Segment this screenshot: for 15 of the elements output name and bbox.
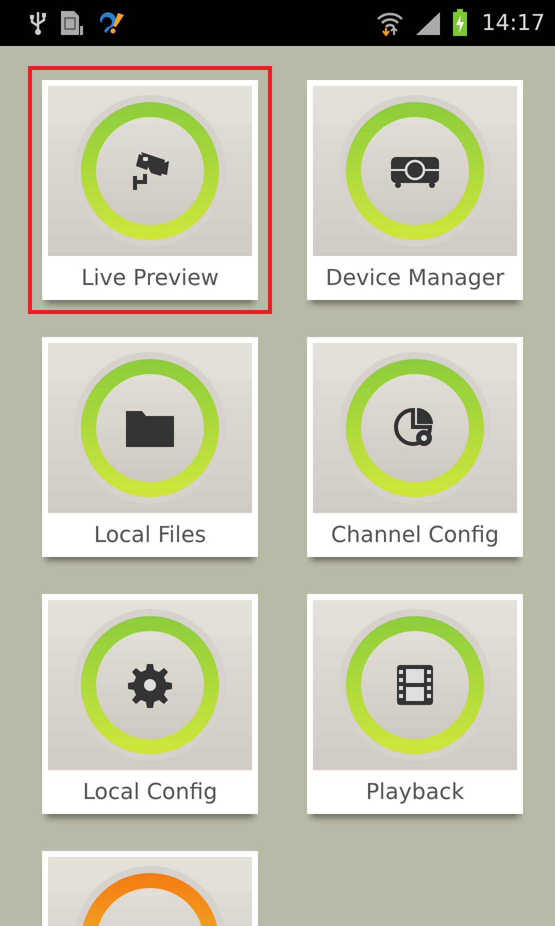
sim-card-icon bbox=[60, 10, 84, 36]
folder-icon bbox=[125, 408, 175, 448]
menu-tile[interactable]: Device Manager bbox=[307, 80, 523, 300]
clock-time: 14:17 bbox=[482, 10, 545, 36]
battery-charging-icon bbox=[452, 9, 468, 37]
wifi-icon bbox=[376, 10, 404, 36]
menu-tile[interactable]: Channel Config bbox=[307, 337, 523, 557]
usb-icon bbox=[28, 10, 48, 36]
menu-tile[interactable]: Local Config bbox=[42, 594, 258, 814]
signal-icon bbox=[414, 10, 442, 36]
film-strip-icon bbox=[395, 663, 435, 707]
gear-icon bbox=[127, 662, 173, 708]
menu-tile[interactable]: Playback bbox=[307, 594, 523, 814]
menu-tile[interactable]: Live Preview bbox=[42, 80, 258, 300]
menu-tile[interactable]: Local Files bbox=[42, 337, 258, 557]
